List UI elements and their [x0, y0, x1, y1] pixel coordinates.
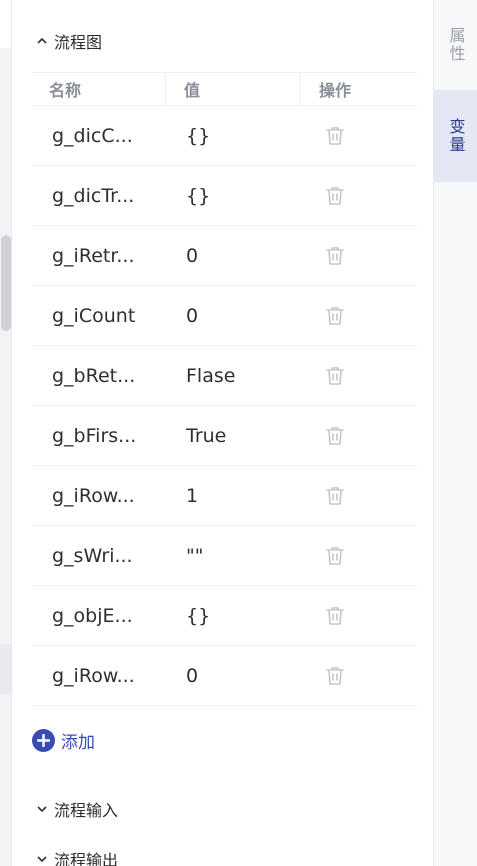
- variable-name-cell: g_dicC...: [52, 124, 133, 147]
- action-cell: [301, 665, 417, 687]
- right-tab-bar: 属性 变量: [434, 0, 477, 866]
- table-row[interactable]: g_iRow... 1: [32, 466, 417, 526]
- action-cell: [301, 185, 417, 207]
- trash-icon[interactable]: [324, 425, 346, 447]
- trash-icon[interactable]: [324, 185, 346, 207]
- action-cell: [301, 245, 417, 267]
- chevron-up-icon: [37, 37, 47, 44]
- chevron-down-icon: [37, 856, 47, 863]
- table-row[interactable]: g_iRow... 0: [32, 646, 417, 706]
- table-row[interactable]: g_iRetr... 0: [32, 226, 417, 286]
- column-header-action: 操作: [319, 81, 352, 100]
- variable-name-cell: g_objE...: [52, 604, 133, 627]
- variable-value-cell[interactable]: "": [166, 545, 301, 567]
- variable-name-cell: g_dicTr...: [52, 184, 135, 207]
- variable-value-cell[interactable]: {}: [166, 605, 301, 627]
- section-flow-input-title: 流程输入: [54, 801, 119, 820]
- variable-value-cell[interactable]: 0: [166, 245, 301, 267]
- table-row[interactable]: g_bRet... Flase: [32, 346, 417, 406]
- variables-table: 名称 值 操作 g_dicC... {} g_dicTr... {} g_iRetr..…: [32, 72, 417, 706]
- add-variable-label: 添加: [61, 732, 95, 753]
- section-flowchart-title: 流程图: [54, 33, 103, 52]
- variable-value-cell[interactable]: {}: [166, 185, 301, 207]
- column-header-name: 名称: [32, 72, 166, 106]
- table-row[interactable]: g_dicC... {}: [32, 106, 417, 166]
- trash-icon[interactable]: [324, 665, 346, 687]
- section-flow-output-header[interactable]: 流程输出: [36, 847, 118, 866]
- variable-name-cell: g_iCount: [52, 304, 136, 327]
- variable-name-cell: g_bFirs...: [52, 424, 137, 447]
- trash-icon[interactable]: [324, 305, 346, 327]
- section-flow-input-header[interactable]: 流程输入: [36, 797, 118, 821]
- variable-name-cell: g_iRetr...: [52, 244, 135, 267]
- trash-icon[interactable]: [324, 365, 346, 387]
- trash-icon[interactable]: [324, 485, 346, 507]
- trash-icon[interactable]: [324, 545, 346, 567]
- scrollbar-thumb[interactable]: [1, 235, 11, 331]
- action-cell: [301, 125, 417, 147]
- variable-name-cell: g_bRet...: [52, 364, 136, 387]
- variables-panel: 流程图 名称 值 操作 g_dicC... {} g_dicTr... {} g_iRe…: [12, 0, 434, 866]
- variable-name-cell: g_iRow...: [52, 664, 135, 687]
- variable-value-cell[interactable]: True: [166, 425, 301, 447]
- table-row[interactable]: g_sWri... "": [32, 526, 417, 586]
- action-cell: [301, 365, 417, 387]
- left-gutter: [0, 0, 12, 866]
- gutter-top-area: [0, 0, 11, 48]
- table-row[interactable]: g_bFirs... True: [32, 406, 417, 466]
- tab-variables[interactable]: 变量: [434, 90, 477, 182]
- tab-variables-label: 变量: [446, 118, 466, 154]
- variable-name-cell: g_sWri...: [52, 544, 133, 567]
- table-row[interactable]: g_objE... {}: [32, 586, 417, 646]
- chevron-down-icon: [37, 806, 47, 813]
- variable-value-cell[interactable]: 0: [166, 305, 301, 327]
- tab-properties-label: 属性: [446, 27, 466, 63]
- action-cell: [301, 425, 417, 447]
- gutter-mid-area: [0, 644, 11, 694]
- variable-value-cell[interactable]: Flase: [166, 365, 301, 387]
- tab-properties[interactable]: 属性: [434, 0, 477, 90]
- trash-icon[interactable]: [324, 125, 346, 147]
- action-cell: [301, 605, 417, 627]
- add-variable-button[interactable]: 添加: [32, 728, 95, 753]
- plus-circle-icon: [32, 728, 55, 752]
- action-cell: [301, 305, 417, 327]
- variable-value-cell[interactable]: {}: [166, 125, 301, 147]
- table-row[interactable]: g_iCount 0: [32, 286, 417, 346]
- action-cell: [301, 485, 417, 507]
- trash-icon[interactable]: [324, 605, 346, 627]
- section-flowchart-header[interactable]: 流程图: [36, 29, 102, 53]
- table-row[interactable]: g_dicTr... {}: [32, 166, 417, 226]
- trash-icon[interactable]: [324, 245, 346, 267]
- section-flow-output-title: 流程输出: [54, 851, 119, 866]
- table-header: 名称 值 操作: [32, 72, 417, 106]
- variables-panel-root: 流程图 名称 值 操作 g_dicC... {} g_dicTr... {} g_iRe…: [0, 0, 477, 866]
- column-header-value: 值: [166, 72, 301, 106]
- variable-value-cell[interactable]: 0: [166, 665, 301, 687]
- variable-value-cell[interactable]: 1: [166, 485, 301, 507]
- variable-name-cell: g_iRow...: [52, 484, 135, 507]
- table-body: g_dicC...{} g_dicTr...{} g_iRetr... 0 g_iCou…: [32, 106, 417, 706]
- action-cell: [301, 545, 417, 567]
